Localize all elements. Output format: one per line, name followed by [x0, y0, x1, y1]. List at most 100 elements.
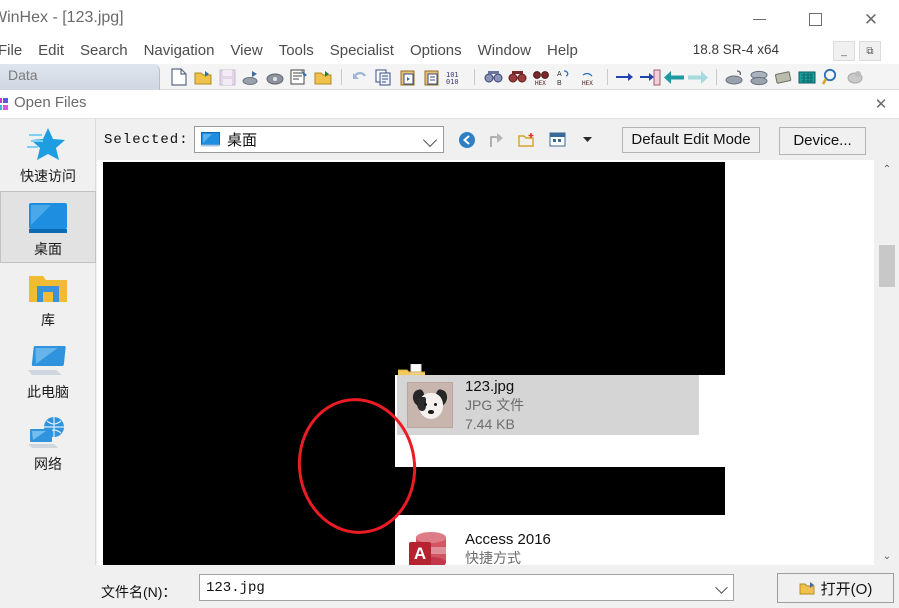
replace-hex-icon[interactable]: HEX — [578, 66, 600, 88]
title-bar: WinHex - [123.jpg] ✕ — [0, 0, 899, 38]
main-toolbar: Data 101 010 HEX A B HEX — [0, 64, 899, 90]
selected-folder-combobox[interactable]: 桌面 — [194, 126, 444, 153]
device-button[interactable]: Device... — [779, 127, 866, 155]
toolbar-separator-2 — [474, 69, 475, 85]
print-icon[interactable] — [264, 66, 286, 88]
dialog-close-button[interactable]: ✕ — [869, 93, 893, 115]
menu-specialist[interactable]: Specialist — [322, 38, 402, 64]
place-network[interactable]: 网络 — [0, 407, 96, 479]
desktop-icon — [26, 198, 70, 238]
chevron-down-icon — [422, 132, 438, 148]
calculator-icon[interactable] — [796, 66, 818, 88]
winhex-app-icon — [0, 96, 12, 112]
replace-text-icon[interactable]: AB — [554, 66, 576, 88]
view-mode-dropdown-icon[interactable] — [576, 129, 598, 151]
menu-search[interactable]: Search — [72, 38, 136, 64]
menu-help[interactable]: Help — [539, 38, 586, 64]
svg-text:HEX: HEX — [582, 80, 593, 86]
open-files-dialog-body: 快速访问 桌面 库 此电脑 网络 Selected: 桌面 Default Ed… — [0, 119, 899, 608]
binary-data-icon[interactable]: 101 010 — [445, 66, 467, 88]
open-disk-icon[interactable] — [240, 66, 262, 88]
menu-navigation[interactable]: Navigation — [136, 38, 223, 64]
winhex-window: WinHex - [123.jpg] ✕ File Edit Search Na… — [0, 0, 899, 608]
menu-window[interactable]: Window — [470, 38, 539, 64]
file-list[interactable]: 123.jpg JPG 文件 7.44 KB A Access 2016 快捷方… — [97, 160, 874, 565]
open-disk-gray-icon[interactable] — [724, 66, 746, 88]
place-libraries-label: 库 — [41, 312, 55, 328]
toolbar-separator-3 — [607, 69, 608, 85]
copy-icon[interactable] — [373, 66, 395, 88]
clipboard-icon[interactable] — [421, 66, 443, 88]
file-list-scrollbar[interactable]: ⌃ ⌄ — [878, 160, 896, 565]
dialog-title: Open Files — [14, 94, 87, 111]
goto-offset-icon[interactable] — [615, 66, 637, 88]
place-desktop[interactable]: 桌面 — [0, 191, 96, 263]
scrollbar-thumb[interactable] — [879, 245, 895, 287]
version-label: 18.8 SR-4 x64 — [692, 42, 779, 57]
new-folder-icon[interactable] — [516, 129, 538, 151]
dialog-nav-buttons — [456, 129, 598, 151]
window-title: WinHex - [123.jpg] — [0, 9, 124, 26]
redaction-block-top — [103, 162, 725, 365]
menu-view[interactable]: View — [222, 38, 270, 64]
default-edit-mode-button[interactable]: Default Edit Mode — [622, 127, 760, 153]
find-text-icon[interactable] — [482, 66, 504, 88]
view-mode-icon[interactable] — [546, 129, 568, 151]
mdi-restore-icon: ⧉ — [866, 45, 874, 57]
place-libraries[interactable]: 库 — [0, 263, 96, 335]
place-quick-access[interactable]: 快速访问 — [0, 119, 96, 191]
find-all-icon[interactable] — [506, 66, 528, 88]
svg-text:010: 010 — [446, 78, 459, 86]
menu-options[interactable]: Options — [402, 38, 470, 64]
place-desktop-label: 桌面 — [34, 241, 62, 257]
file-item-access-2016[interactable]: A Access 2016 快捷方式 — [397, 523, 699, 565]
new-file-icon[interactable] — [168, 66, 190, 88]
svg-text:B: B — [557, 80, 562, 86]
chevron-down-icon[interactable] — [715, 581, 728, 594]
file-meta: 123.jpg JPG 文件 7.44 KB — [465, 377, 524, 434]
open-button[interactable]: 打开(O) — [777, 573, 894, 603]
network-icon — [26, 413, 70, 453]
scroll-down-icon[interactable]: ⌄ — [878, 547, 896, 565]
disk-stack-icon[interactable] — [748, 66, 770, 88]
close-button[interactable]: ✕ — [843, 0, 899, 38]
selected-folder-value: 桌面 — [227, 132, 258, 149]
paste-into-icon[interactable] — [397, 66, 419, 88]
save-icon — [216, 66, 238, 88]
find-hex-icon[interactable]: HEX — [530, 66, 552, 88]
scroll-up-icon[interactable]: ⌃ — [878, 160, 896, 178]
redaction-block-right — [395, 365, 725, 375]
properties-icon[interactable] — [288, 66, 310, 88]
toolbar-separator-4 — [716, 69, 717, 85]
back-arrow-icon[interactable] — [663, 66, 685, 88]
goto-block-icon[interactable] — [639, 66, 661, 88]
desktop-icon — [201, 132, 220, 147]
ram-editor-icon[interactable] — [772, 66, 794, 88]
redaction-block-bottom-left — [103, 515, 395, 565]
mdi-controls: _ ⧉ — [833, 41, 881, 61]
mdi-restore-button[interactable]: ⧉ — [859, 41, 881, 61]
minimize-button[interactable] — [731, 0, 787, 38]
undo-icon — [349, 66, 371, 88]
file-item-123-jpg[interactable]: 123.jpg JPG 文件 7.44 KB — [397, 375, 699, 435]
place-this-pc[interactable]: 此电脑 — [0, 335, 96, 407]
filename-input[interactable]: 123.jpg — [199, 574, 734, 601]
open-folder-icon[interactable] — [192, 66, 214, 88]
data-tab[interactable]: Data — [0, 64, 160, 90]
maximize-button[interactable] — [787, 0, 843, 38]
mdi-minimize-button[interactable]: _ — [833, 41, 855, 61]
back-icon[interactable] — [456, 129, 478, 151]
toolbar-separator — [341, 69, 342, 85]
open-folder-alt-icon[interactable] — [312, 66, 334, 88]
menu-tools[interactable]: Tools — [271, 38, 322, 64]
close-icon: ✕ — [863, 9, 879, 29]
file-meta: Access 2016 快捷方式 — [465, 530, 551, 565]
file-name: Access 2016 — [465, 531, 551, 548]
up-one-level-icon[interactable] — [486, 129, 508, 151]
search-icon[interactable] — [820, 66, 842, 88]
dialog-close-icon: ✕ — [874, 96, 888, 113]
open-folder-icon — [799, 581, 817, 596]
menu-edit[interactable]: Edit — [30, 38, 72, 64]
menu-file[interactable]: File — [0, 38, 30, 64]
access-letter-a: A — [409, 542, 431, 565]
